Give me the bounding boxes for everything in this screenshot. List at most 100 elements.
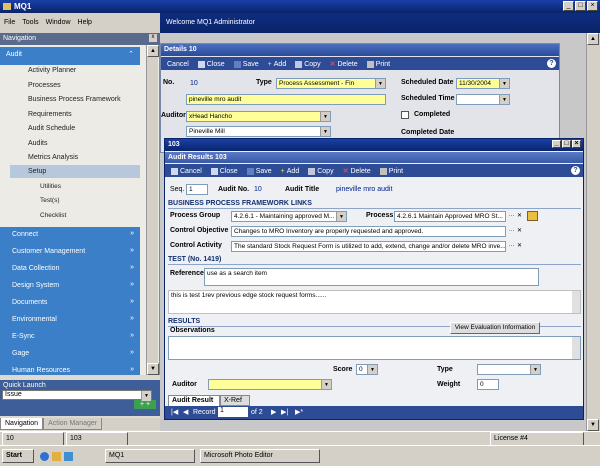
nav-item-processes[interactable]: Processes [28,82,148,96]
cancel-button[interactable]: Cancel [167,61,189,68]
ellipsis-icon[interactable]: ··· [508,212,515,220]
add-icon[interactable]: + + [134,400,156,409]
clear-icon[interactable]: ✕ [516,227,523,235]
result-auditor-select[interactable]: ▼ [208,379,332,390]
completed-checkbox[interactable] [401,111,409,119]
menu-file[interactable]: File [4,19,15,33]
outlook-icon[interactable] [52,452,61,461]
nav-scrollbar[interactable]: ▲ ▼ [146,45,159,375]
first-record-icon[interactable]: |◀ [171,408,178,416]
print-button[interactable]: Print [366,60,390,68]
folder-icon[interactable] [527,211,538,221]
add-button[interactable]: + Add [281,168,300,175]
nav-item-bpf[interactable]: Business Process Framework [28,96,148,110]
nav-section-data-collection[interactable]: Data Collection » [0,261,140,279]
nav-item-activity-planner[interactable]: Activity Planner [28,67,148,81]
control-activity-input[interactable]: The standard Stock Request Form is utili… [231,241,506,252]
auditor-select[interactable]: xHead Hancho ▼ [186,111,331,122]
maximize-button[interactable]: □ [575,1,586,11]
scroll-up-icon[interactable]: ▲ [587,33,599,45]
tab-action-manager[interactable]: Action Manager [43,418,103,430]
menu-help[interactable]: Help [78,19,92,33]
save-button[interactable]: Save [246,167,272,175]
nav-section-audit[interactable]: Audit ⌃ [0,47,140,65]
clear-icon[interactable]: ✕ [516,212,523,220]
copy-button[interactable]: Copy [308,167,334,175]
delete-button[interactable]: ✕ Delete [330,60,358,69]
ellipsis-icon[interactable]: ··· [508,242,515,250]
record-input[interactable]: 1 [218,407,248,417]
nav-item-setup[interactable]: Setup [28,168,148,182]
reference-input[interactable]: use as a search item [204,268,539,286]
textarea-scrollbar[interactable] [572,291,580,313]
new-record-icon[interactable]: ▶* [295,408,303,416]
site-select[interactable]: Pineville Mill ▼ [186,126,331,137]
seq-input[interactable]: 1 [186,184,208,195]
prev-record-icon[interactable]: ◀ [183,408,188,416]
close-button[interactable]: × [587,1,598,11]
window-tab-103[interactable]: 103 [66,432,128,446]
nav-section-design[interactable]: Design System » [0,278,140,296]
tab-xref[interactable]: X-Ref [220,395,250,406]
nav-item-audit-schedule[interactable]: Audit Schedule [28,125,148,139]
help-icon[interactable]: ? [571,166,580,175]
tab-audit-result[interactable]: Audit Result [168,395,220,406]
ellipsis-icon[interactable]: ··· [508,227,515,235]
textarea-scrollbar[interactable] [572,337,580,359]
type-select[interactable]: Process Assessment - Fin ▼ [276,78,386,89]
menu-window[interactable]: Window [46,19,71,33]
nav-item-audits[interactable]: Audits [28,140,148,154]
print-button[interactable]: Print [379,167,403,175]
nav-section-customer[interactable]: Customer Management » [0,244,140,262]
process-group-select[interactable]: 4.2.6.1 - Maintaining approved M... ▼ [231,211,347,222]
main-scrollbar[interactable]: ▲ ▼ [586,33,600,431]
taskbar-photo-editor[interactable]: Microsoft Photo Editor [200,449,320,463]
ie-icon[interactable] [40,452,49,461]
desktop-icon[interactable] [64,452,73,461]
minimize-button[interactable]: _ [563,1,574,11]
quick-launch-select[interactable]: Issue ▼ [2,390,152,401]
next-record-icon[interactable]: ▶ [271,408,276,416]
clear-icon[interactable]: ✕ [516,242,523,250]
audit-name-input[interactable]: pineville mro audit [186,94,386,105]
nav-section-environmental[interactable]: Environmental » [0,312,140,330]
pin-icon[interactable]: x [149,34,157,42]
scheduled-date-input[interactable]: 11/30/2004 ▼ [456,78,510,89]
nav-sub-checklist[interactable]: Checklist [40,212,66,219]
test-text-area[interactable]: this is test 1rev previous edge stock re… [168,290,581,314]
maximize-button[interactable]: □ [562,140,571,148]
nav-item-requirements[interactable]: Requirements [28,111,148,125]
taskbar-mq1[interactable]: MQ1 [105,449,195,463]
score-select[interactable]: 0 ▼ [356,364,378,375]
control-objective-input[interactable]: Changes to MRO Inventory are properly re… [231,226,506,237]
menu-tools[interactable]: Tools [22,19,38,33]
start-button[interactable]: Start [2,449,34,463]
scroll-up-icon[interactable]: ▲ [147,45,159,57]
scheduled-time-input[interactable]: ▼ [456,94,510,105]
nav-sub-utilities[interactable]: Utilities [40,183,61,190]
add-button[interactable]: + Add [268,61,287,68]
delete-button[interactable]: ✕ Delete [343,167,371,176]
last-record-icon[interactable]: ▶| [281,408,288,416]
nav-section-hr[interactable]: Human Resources » [0,363,140,375]
view-evaluation-button[interactable]: View Evaluation Information [450,322,540,334]
help-icon[interactable]: ? [547,59,556,68]
result-type-select[interactable]: ▼ [477,364,541,375]
save-button[interactable]: Save [233,60,259,68]
nav-section-documents[interactable]: Documents » [0,295,140,313]
scroll-down-icon[interactable]: ▼ [587,419,599,431]
close-doc-button[interactable]: Close [210,167,238,175]
copy-button[interactable]: Copy [295,60,321,68]
close-button[interactable]: × [572,140,581,148]
scroll-down-icon[interactable]: ▼ [147,363,159,375]
close-doc-button[interactable]: Close [197,60,225,68]
window-tab-10[interactable]: 10 [2,432,64,446]
tab-navigation[interactable]: Navigation [0,418,44,430]
nav-sub-tests[interactable]: Test(s) [40,197,60,204]
process-select[interactable]: 4.2.6.1 Maintain Approved MRO St... [394,211,506,222]
weight-input[interactable]: 0 [477,379,499,390]
cancel-button[interactable]: Cancel [171,167,202,175]
observations-input[interactable] [168,336,581,360]
nav-section-gage[interactable]: Gage » [0,346,140,364]
nav-section-connect[interactable]: Connect » [0,227,140,245]
